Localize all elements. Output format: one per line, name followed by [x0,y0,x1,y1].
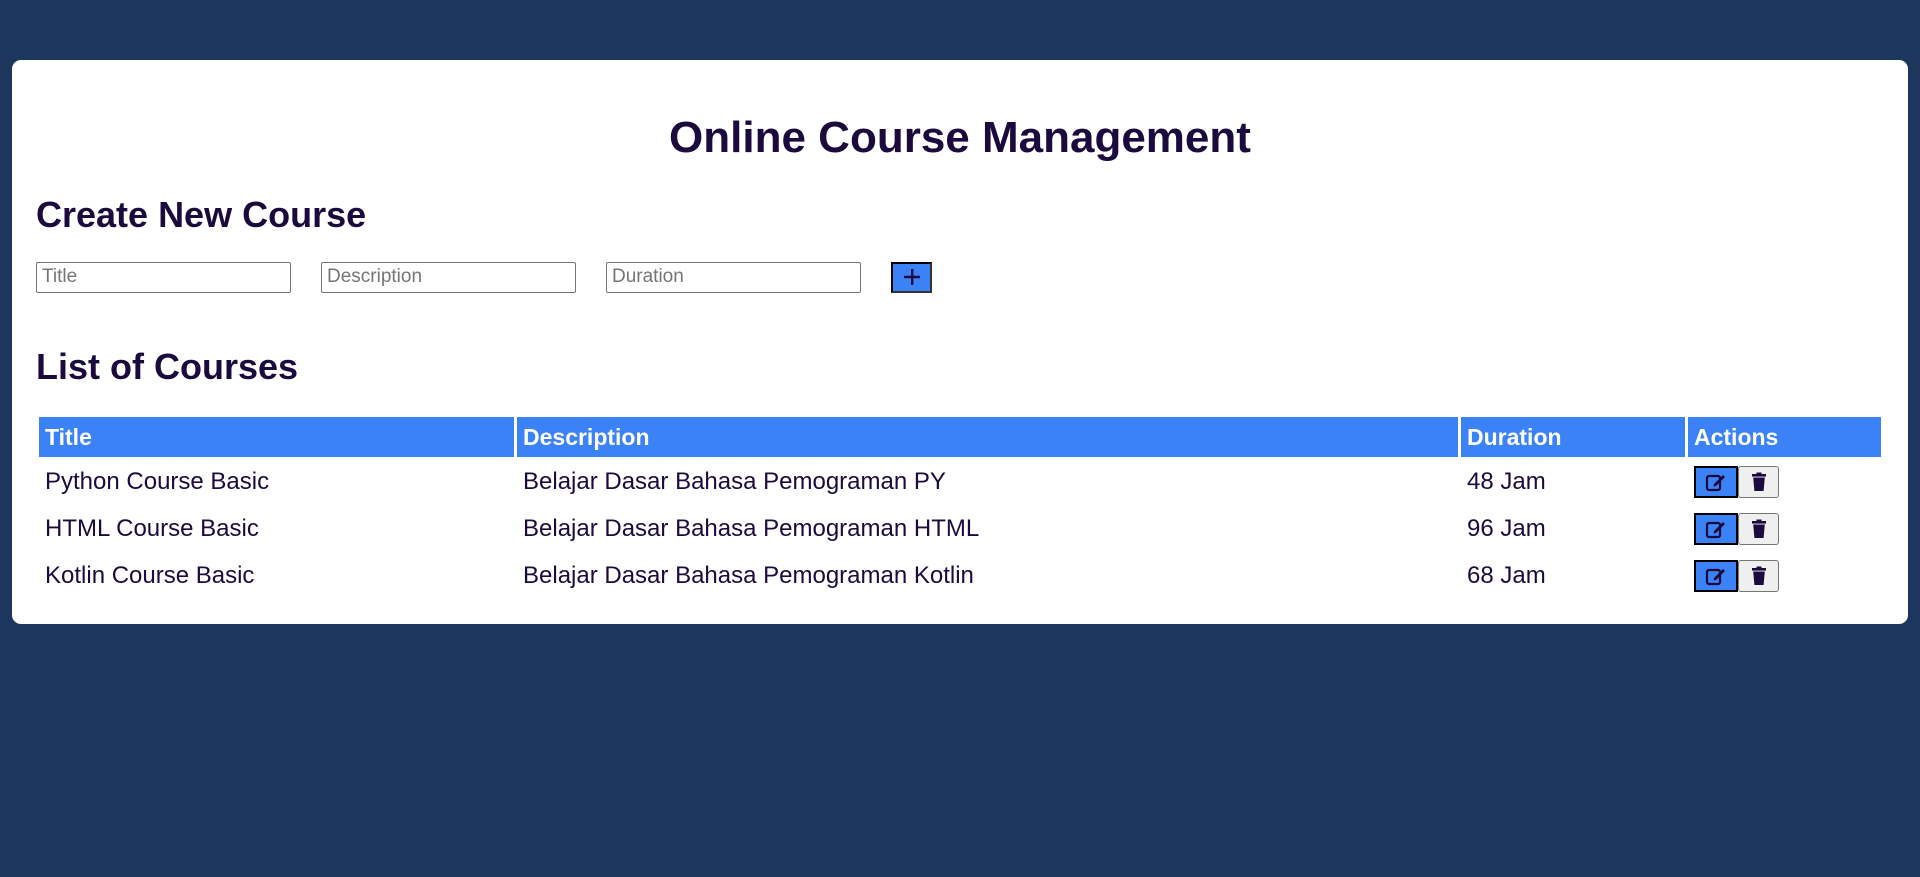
delete-course-button[interactable] [1738,466,1779,498]
edit-icon [1705,474,1725,492]
delete-course-button[interactable] [1738,513,1779,545]
course-duration-cell: 68 Jam [1467,562,1546,589]
edit-course-button[interactable] [1694,560,1738,592]
column-header-title: Title [39,417,514,457]
course-title-cell: Python Course Basic [45,468,270,495]
page-title: Online Course Management [669,113,1251,162]
course-duration-cell: 96 Jam [1467,515,1546,542]
main-card: Online Course Management Create New Cour… [12,60,1908,624]
course-duration-cell: 48 Jam [1467,468,1546,495]
edit-course-button[interactable] [1694,466,1738,498]
course-description-cell: Belajar Dasar Bahasa Pemograman PY [523,468,946,495]
course-actions-cell [1688,460,1881,504]
table-row: Kotlin Course Basic Belajar Dasar Bahasa… [39,554,1881,598]
column-header-actions: Actions [1688,417,1881,457]
add-course-button[interactable] [891,261,932,293]
edit-icon [1705,521,1725,539]
courses-table: Title Description Duration Actions Pytho… [36,414,1884,601]
description-input[interactable] [321,261,576,293]
create-course-heading: Create New Course [36,194,367,235]
create-course-form [36,261,932,293]
delete-course-button[interactable] [1738,560,1779,592]
table-row: Python Course Basic Belajar Dasar Bahasa… [39,460,1881,504]
course-description-cell: Belajar Dasar Bahasa Pemograman HTML [523,515,980,542]
title-input[interactable] [36,261,291,293]
trash-icon [1751,472,1766,491]
course-title-cell: HTML Course Basic [45,515,259,542]
course-actions-cell [1688,507,1881,551]
edit-icon [1705,568,1725,586]
table-row: HTML Course Basic Belajar Dasar Bahasa P… [39,507,1881,551]
course-title-cell: Kotlin Course Basic [45,562,255,589]
duration-input[interactable] [606,261,861,293]
table-header-row: Title Description Duration Actions [39,417,1881,457]
course-list-heading: List of Courses [36,346,299,387]
course-actions-cell [1688,554,1881,598]
edit-course-button[interactable] [1694,513,1738,545]
trash-icon [1751,566,1766,585]
plus-icon [903,269,920,285]
course-description-cell: Belajar Dasar Bahasa Pemograman Kotlin [523,562,974,589]
trash-icon [1751,519,1766,538]
column-header-description: Description [517,417,1458,457]
column-header-duration: Duration [1461,417,1685,457]
